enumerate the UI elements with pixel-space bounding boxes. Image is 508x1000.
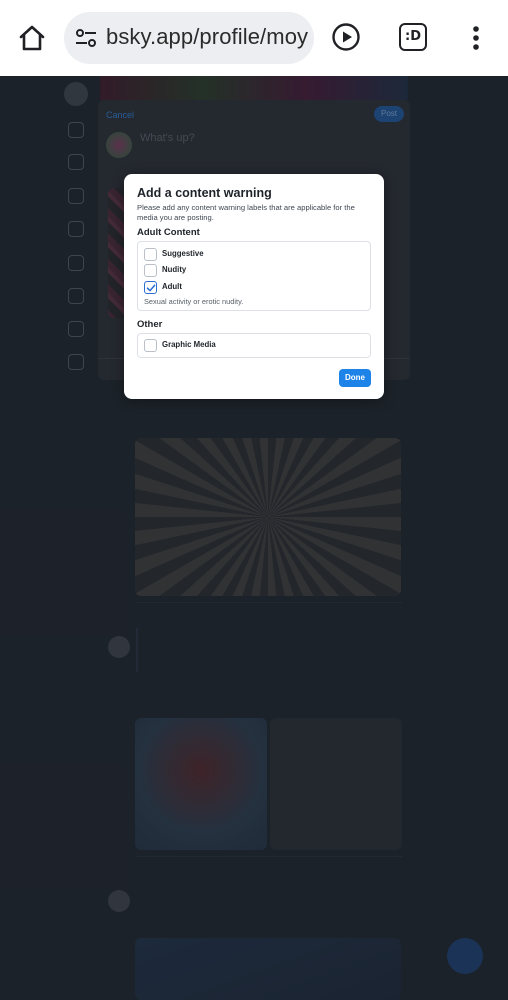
option-label: Graphic Media <box>162 340 216 349</box>
option-adult[interactable]: Adult <box>144 281 364 295</box>
url-text: bsky.app/profile/moy <box>106 24 309 49</box>
other-options: Graphic Media <box>137 333 371 358</box>
option-label: Suggestive <box>162 249 204 258</box>
checkmark-icon <box>146 284 156 292</box>
option-nudity[interactable]: Nudity <box>144 264 364 278</box>
extension-icon[interactable]: :D <box>399 23 427 51</box>
home-icon[interactable] <box>16 22 48 54</box>
play-icon[interactable] <box>330 21 362 53</box>
address-bar[interactable]: bsky.app/profile/moy <box>64 12 314 64</box>
checkbox[interactable] <box>144 248 157 261</box>
option-label: Nudity <box>162 265 187 274</box>
option-graphic-media[interactable]: Graphic Media <box>144 339 364 353</box>
adult-hint: Sexual activity or erotic nudity. <box>144 297 244 306</box>
option-suggestive[interactable]: Suggestive <box>144 248 364 262</box>
other-heading: Other <box>137 319 163 330</box>
checkbox[interactable] <box>144 339 157 352</box>
adult-content-options: Suggestive Nudity Adult Sexual activity … <box>137 241 371 311</box>
site-settings-icon[interactable] <box>74 26 98 50</box>
more-menu-icon[interactable] <box>466 22 486 54</box>
done-button[interactable]: Done <box>339 369 371 387</box>
checkbox[interactable] <box>144 264 157 277</box>
modal-title: Add a content warning <box>137 186 272 200</box>
adult-content-heading: Adult Content <box>137 227 200 238</box>
browser-toolbar: bsky.app/profile/moy :D <box>0 0 508 76</box>
checkbox-checked[interactable] <box>144 281 157 294</box>
option-label: Adult <box>162 282 182 291</box>
modal-description: Please add any content warning labels th… <box>137 203 355 222</box>
content-warning-modal: Add a content warning Please add any con… <box>124 174 384 399</box>
